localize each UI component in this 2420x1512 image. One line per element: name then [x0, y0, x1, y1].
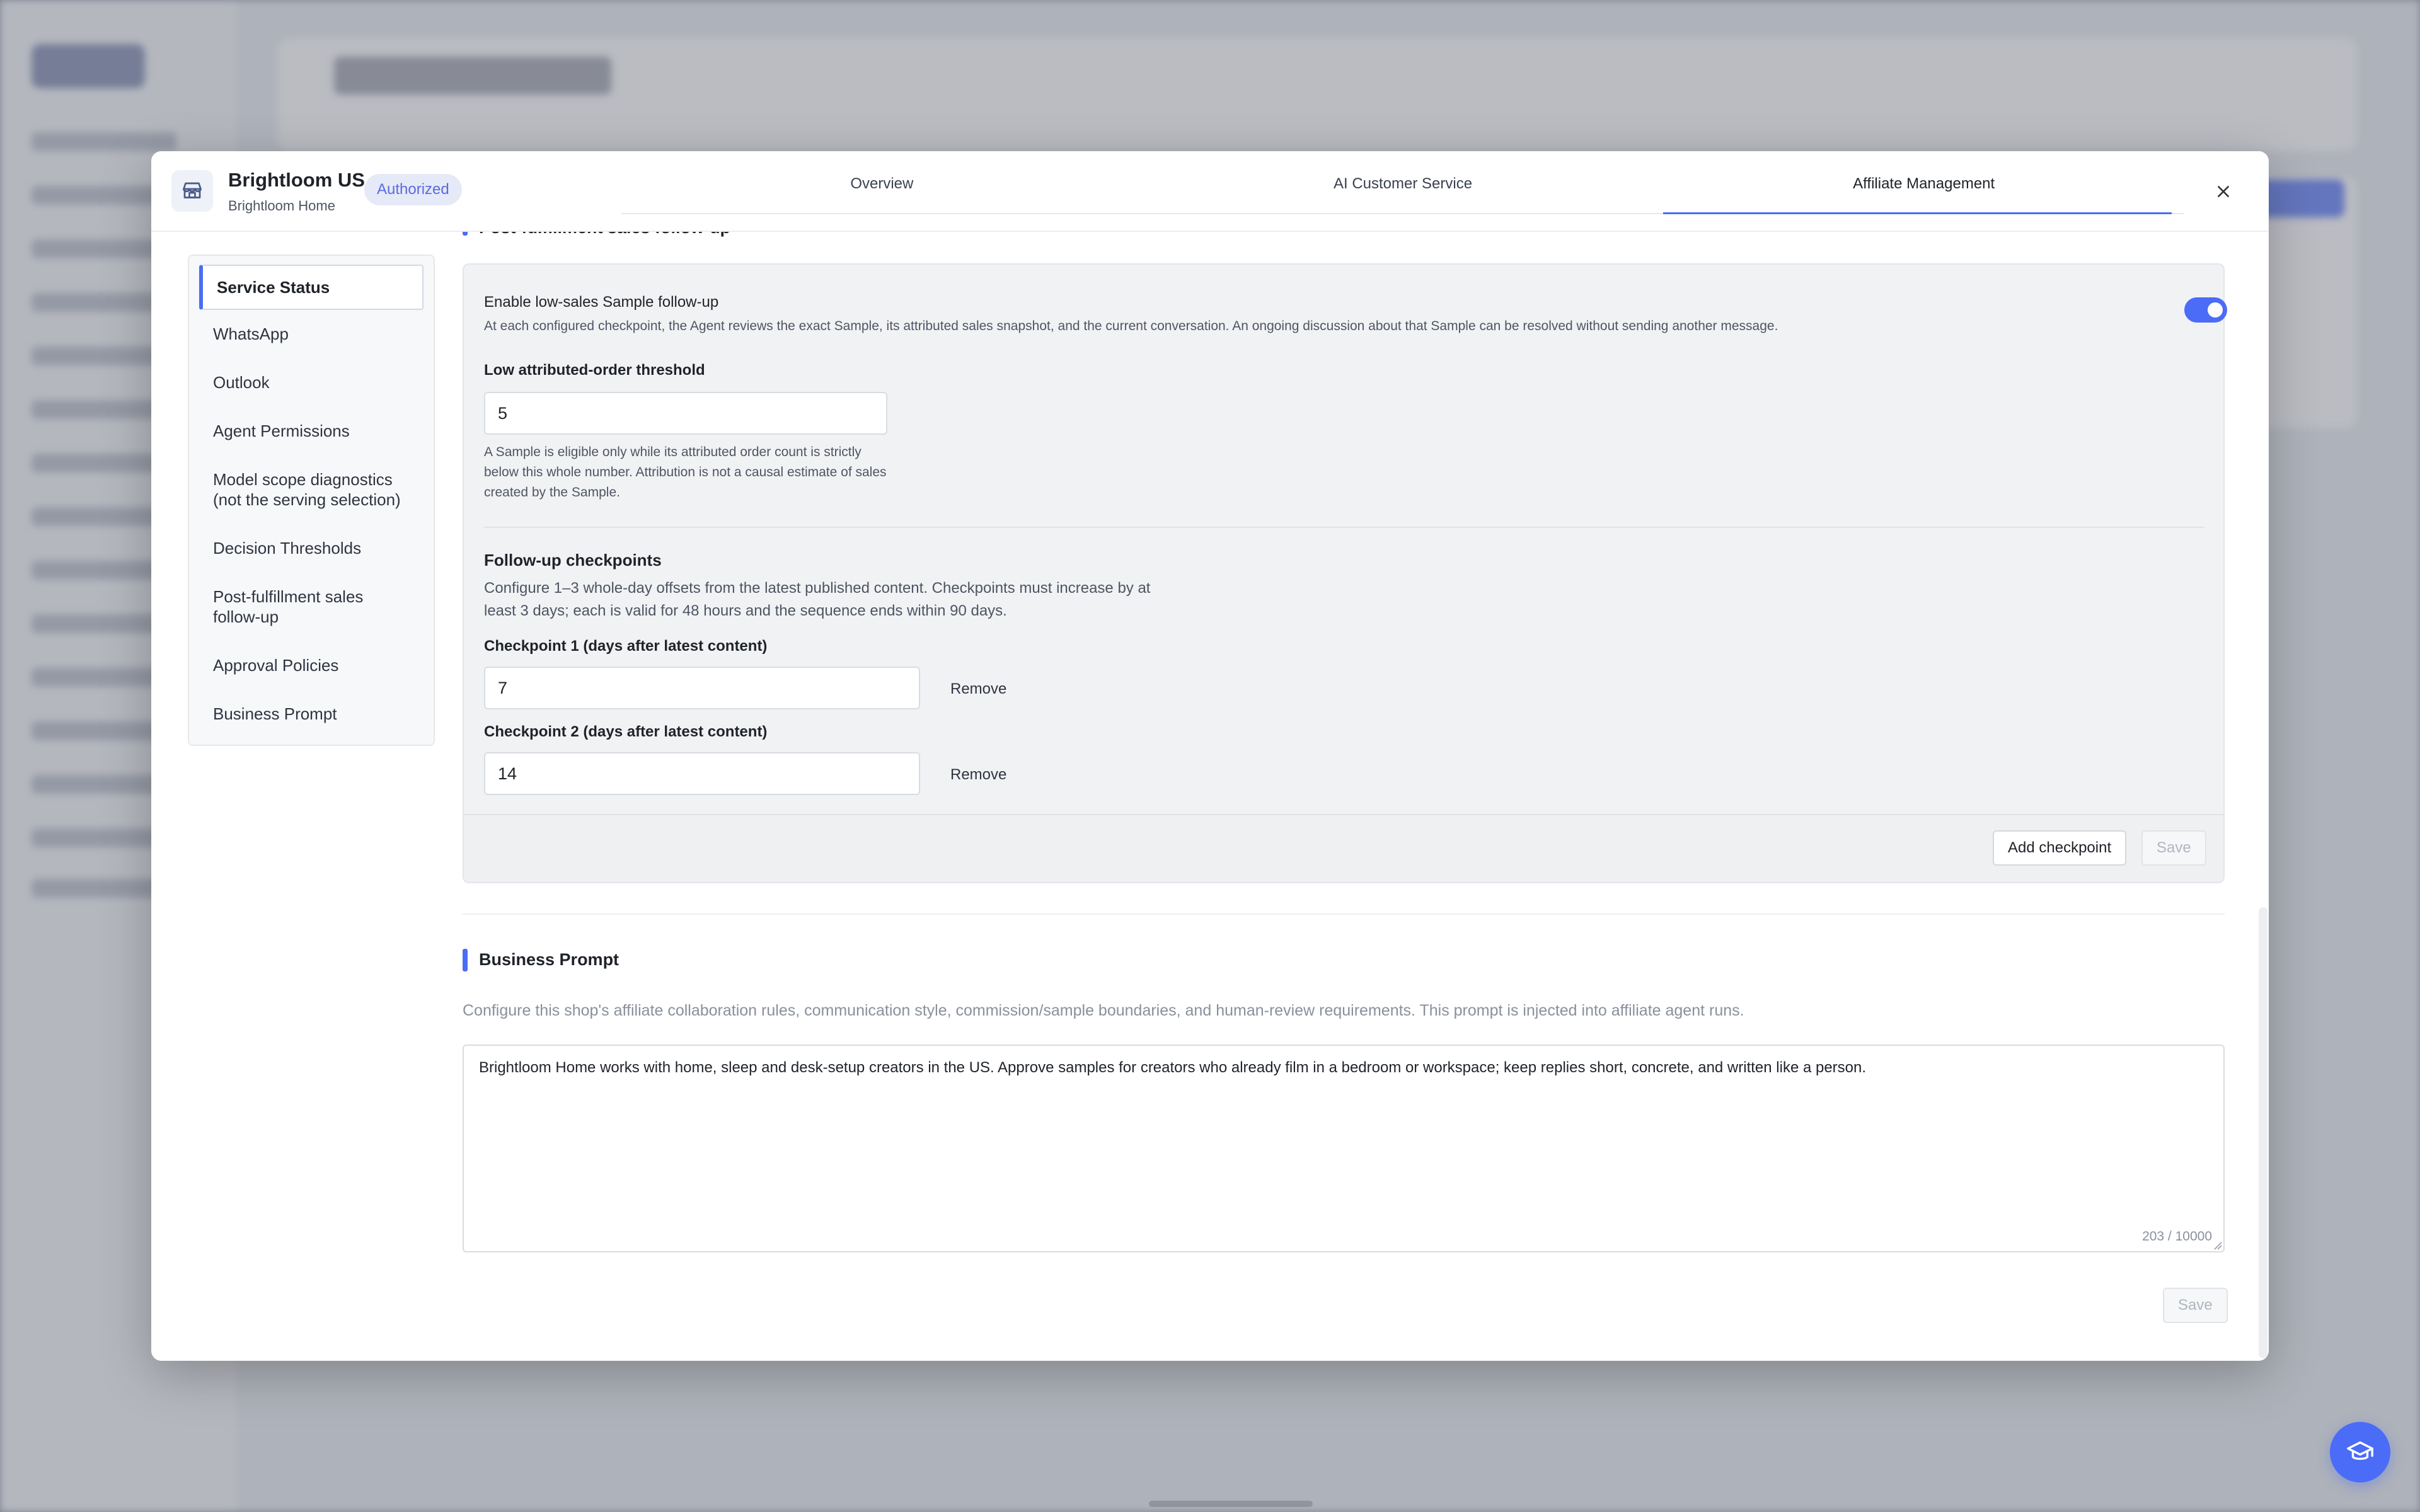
- sidebar-item-business-prompt[interactable]: Business Prompt: [199, 704, 424, 724]
- checkpoint-1-remove-button[interactable]: Remove: [950, 680, 1006, 698]
- close-button[interactable]: [2211, 179, 2236, 204]
- sidebar-item-whatsapp[interactable]: WhatsApp: [199, 324, 424, 344]
- business-prompt-save-button[interactable]: Save: [2163, 1288, 2228, 1323]
- character-counter: 203 / 10000: [2142, 1229, 2212, 1244]
- shop-name: Brightloom US: [228, 169, 365, 191]
- graduation-cap-icon: [2347, 1441, 2373, 1460]
- card-divider: [484, 527, 2204, 528]
- section-divider: [463, 914, 2225, 915]
- business-prompt-description: Configure this shop's affiliate collabor…: [463, 1002, 1744, 1019]
- sidebar-item-decision-thresholds[interactable]: Decision Thresholds: [199, 538, 424, 558]
- checkpoint-2-remove-button[interactable]: Remove: [950, 766, 1006, 784]
- add-checkpoint-button[interactable]: Add checkpoint: [1993, 830, 2127, 866]
- business-prompt-text: Brightloom Home works with home, sleep a…: [479, 1059, 1867, 1076]
- shop-settings-modal: Brightloom US Brightloom Home Authorized…: [151, 151, 2269, 1361]
- sidebar-item-agent-permissions[interactable]: Agent Permissions: [199, 421, 424, 441]
- followup-settings-card: Enable low-sales Sample follow-up At eac…: [463, 263, 2227, 883]
- home-indicator: [1149, 1501, 1313, 1507]
- tab-ai-customer-service[interactable]: AI Customer Service: [1143, 151, 1664, 213]
- followup-enable-toggle[interactable]: [2184, 297, 2227, 323]
- checkpoint-2-label: Checkpoint 2 (days after latest content): [484, 723, 768, 740]
- modal-tabs: Overview AI Customer Service Affiliate M…: [621, 151, 2184, 214]
- checkpoint-1-label: Checkpoint 1 (days after latest content): [484, 638, 768, 655]
- threshold-label: Low attributed-order threshold: [484, 362, 705, 379]
- followup-save-button[interactable]: Save: [2141, 830, 2206, 866]
- store-icon: [171, 170, 213, 212]
- help-fab-button[interactable]: [2330, 1422, 2390, 1482]
- tab-affiliate-management[interactable]: Affiliate Management: [1663, 151, 2184, 214]
- section-title-business-prompt: Business Prompt: [479, 950, 619, 969]
- close-icon: [2218, 186, 2229, 197]
- checkpoints-title: Follow-up checkpoints: [484, 551, 662, 570]
- status-badge: Authorized: [364, 174, 462, 205]
- shop-subtitle: Brightloom Home: [228, 198, 335, 214]
- enable-followup-help: At each configured checkpoint, the Agent…: [484, 319, 1778, 333]
- sidebar-item-model-scope-diagnostics[interactable]: Model scope diagnostics (not the serving…: [199, 469, 424, 510]
- settings-sidebar: Service Status WhatsApp Outlook Agent Pe…: [188, 255, 435, 746]
- checkpoints-help: Configure 1–3 whole-day offsets from the…: [484, 580, 1151, 619]
- business-prompt-textarea[interactable]: Brightloom Home works with home, sleep a…: [463, 1045, 2225, 1252]
- sidebar-item-approval-policies[interactable]: Approval Policies: [199, 655, 424, 675]
- modal-scrollbar[interactable]: [2259, 907, 2267, 1358]
- sidebar-item-outlook[interactable]: Outlook: [199, 372, 424, 392]
- resize-handle-icon[interactable]: [2212, 1240, 2222, 1250]
- followup-card-footer: Add checkpoint Save: [464, 814, 2223, 882]
- sidebar-item-post-fulfillment[interactable]: Post-fulfillment sales follow-up: [199, 587, 424, 627]
- threshold-help: A Sample is eligible only while its attr…: [484, 445, 887, 500]
- enable-followup-label: Enable low-sales Sample follow-up: [484, 294, 719, 311]
- checkpoint-1-input[interactable]: 7: [484, 667, 920, 709]
- sidebar-item-service-status[interactable]: Service Status: [199, 265, 424, 310]
- threshold-input[interactable]: 5: [484, 392, 887, 435]
- checkpoint-2-input[interactable]: 14: [484, 752, 920, 795]
- modal-header: Brightloom US Brightloom Home Authorized…: [151, 151, 2269, 232]
- section-accent-bar: [463, 949, 468, 971]
- tab-overview[interactable]: Overview: [621, 151, 1143, 213]
